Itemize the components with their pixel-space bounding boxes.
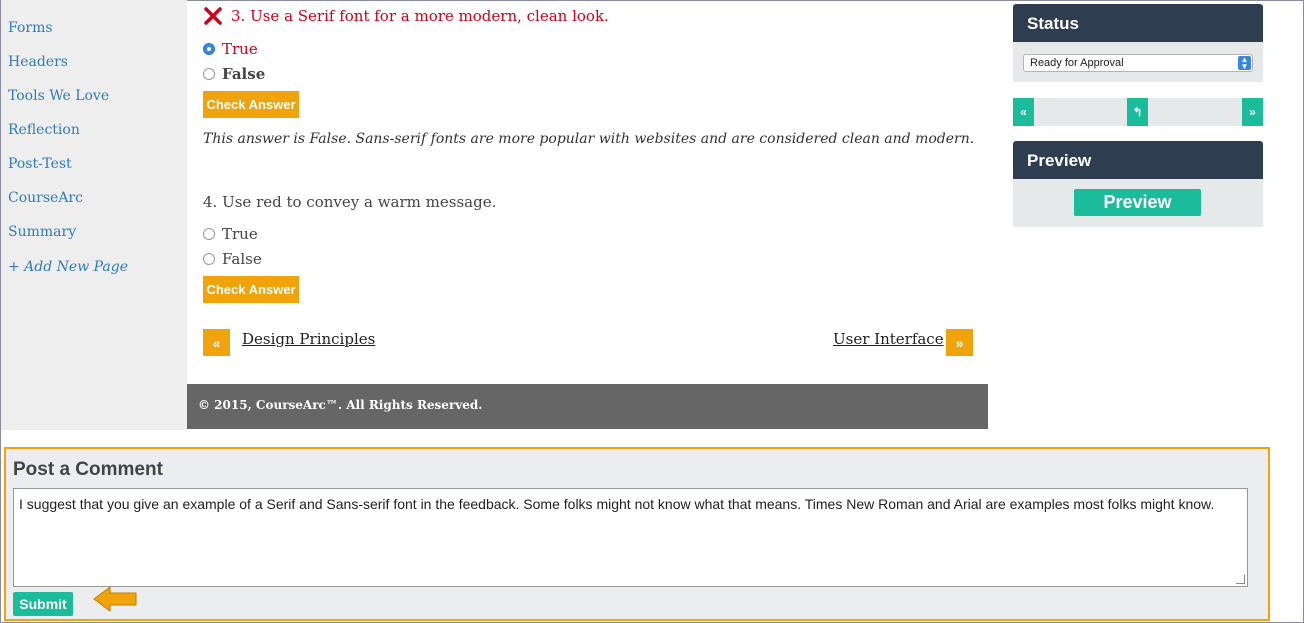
- comment-section: Post a Comment I suggest that you give a…: [4, 447, 1270, 621]
- feedback-text: This answer is False. Sans-serif fonts a…: [203, 131, 975, 147]
- option-label: True: [222, 40, 258, 58]
- back-button[interactable]: ↰: [1127, 98, 1148, 126]
- x-icon: [203, 6, 223, 26]
- question-3: 3. Use a Serif font for a more modern, c…: [203, 6, 609, 26]
- check-answer-button-q4[interactable]: Check Answer: [203, 276, 299, 303]
- first-page-button[interactable]: «: [1013, 98, 1034, 126]
- status-select-value: Ready for Approval: [1030, 57, 1124, 69]
- page-nav-strip: « ↰ »: [1013, 98, 1263, 126]
- q3-option-false[interactable]: False: [203, 65, 265, 83]
- question-3-text: 3. Use a Serif font for a more modern, c…: [231, 7, 609, 25]
- arrow-left-icon: [92, 585, 138, 617]
- q4-option-false[interactable]: False: [203, 250, 262, 268]
- radio-selected[interactable]: [203, 43, 215, 55]
- last-page-button[interactable]: »: [1242, 98, 1263, 126]
- status-select[interactable]: Ready for Approval ▲ ▼: [1023, 54, 1253, 72]
- prev-page-button[interactable]: «: [203, 329, 230, 356]
- option-label: False: [222, 250, 262, 268]
- radio[interactable]: [203, 228, 215, 240]
- preview-panel-body: Preview: [1013, 179, 1263, 227]
- select-arrows-icon: ▲ ▼: [1238, 56, 1251, 71]
- footer: © 2015, CourseArc™. All Rights Reserved.: [187, 384, 988, 429]
- radio[interactable]: [203, 253, 215, 265]
- status-panel-body: Ready for Approval ▲ ▼: [1013, 42, 1263, 82]
- q4-option-true[interactable]: True: [203, 225, 258, 243]
- radio[interactable]: [203, 68, 215, 80]
- check-answer-button-q3[interactable]: Check Answer: [203, 91, 299, 118]
- sidebar-item-summary[interactable]: Summary: [8, 224, 76, 240]
- sidebar-item-headers[interactable]: Headers: [8, 54, 68, 70]
- comment-text-value: I suggest that you give an example of a …: [19, 496, 1215, 512]
- next-page-button[interactable]: »: [946, 329, 973, 356]
- sidebar-item-post-test[interactable]: Post-Test: [8, 156, 72, 172]
- copyright-text: © 2015, CourseArc™. All Rights Reserved.: [198, 398, 483, 412]
- submit-button[interactable]: Submit: [13, 592, 73, 616]
- main-content: 3. Use a Serif font for a more modern, c…: [187, 0, 988, 430]
- question-4-text: 4. Use red to convey a warm message.: [203, 193, 497, 211]
- preview-button[interactable]: Preview: [1074, 189, 1201, 216]
- prev-page-link[interactable]: Design Principles: [242, 330, 375, 348]
- sidebar-item-tools-we-love[interactable]: Tools We Love: [8, 88, 109, 104]
- add-new-page-link[interactable]: + Add New Page: [8, 259, 128, 275]
- comment-textarea[interactable]: I suggest that you give an example of a …: [13, 488, 1248, 587]
- option-label: False: [222, 65, 266, 83]
- q3-option-true[interactable]: True: [203, 40, 258, 58]
- resize-grip-icon[interactable]: [1236, 575, 1245, 584]
- comment-title: Post a Comment: [13, 459, 163, 480]
- sidebar-item-forms[interactable]: Forms: [8, 20, 53, 36]
- sidebar-item-reflection[interactable]: Reflection: [8, 122, 80, 138]
- next-page-link[interactable]: User Interface: [833, 330, 944, 348]
- preview-panel-header: Preview: [1013, 141, 1263, 179]
- status-panel-header: Status: [1013, 4, 1263, 42]
- sidebar-item-coursearc[interactable]: CourseArc: [8, 190, 83, 206]
- option-label: True: [222, 225, 258, 243]
- sidebar: Forms Headers Tools We Love Reflection P…: [1, 0, 187, 430]
